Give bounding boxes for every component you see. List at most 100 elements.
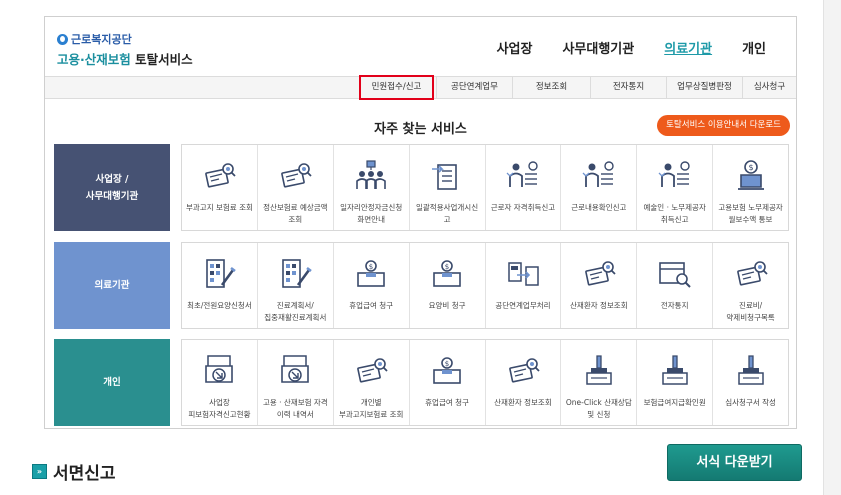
svg-text:$: $ <box>748 163 753 172</box>
money-box-icon: $ <box>357 260 385 287</box>
main-nav: 사업장 사무대행기관 의료기관 개인 <box>497 38 766 57</box>
service-item-label: 일괄적용사업개시신고 <box>416 203 479 224</box>
service-item[interactable]: 산재환자 정보조회 <box>486 340 562 425</box>
service-item-label: 부과고지 보험료 조회 <box>186 203 253 212</box>
row-label-line1: 개인 <box>103 377 121 388</box>
service-item-label: 근로내용확인신고 <box>571 203 627 212</box>
logo-org: 근로복지공단 <box>57 31 193 47</box>
service-item[interactable]: $ 고용보험 노무제공자 월보수액 통보 <box>713 145 788 230</box>
written-report-title: 서면신고 <box>53 464 116 484</box>
row-label-line1: 의료기관 <box>94 280 130 291</box>
service-item-label: 심사청구서 작성 <box>725 398 776 407</box>
org-chart-icon <box>356 160 386 189</box>
card-search-icon <box>357 358 388 383</box>
service-item-label: 개인별 부과고지보험료 조회 <box>338 398 404 419</box>
service-item-label: 최초/전원요양신청서 <box>187 301 252 310</box>
service-item[interactable]: One-Click 산재상담 및 신청 <box>561 340 638 425</box>
row-label-line1: 사업장 / <box>95 173 129 185</box>
service-item-label: 공단연계업무처리 <box>495 301 551 310</box>
subnav-review-claim[interactable]: 심사청구 <box>742 77 796 98</box>
service-item-label: 고용 · 산재보험 자격 이력 내역서 <box>262 398 328 419</box>
service-item[interactable]: 일자리안정자금신청화면안내 <box>334 145 410 230</box>
svg-text:$: $ <box>369 263 373 271</box>
guide-download-button[interactable]: 토탈서비스 이용안내서 다운로드 <box>657 115 790 136</box>
row-label: 개인 <box>54 339 170 426</box>
service-item[interactable]: 예술인 · 노무제공자 취득신고 <box>637 145 714 230</box>
service-item-label: 산재환자 정보조회 <box>494 398 552 407</box>
service-item[interactable]: 부과고지 보험료 조회 <box>182 145 258 230</box>
stamp-icon <box>661 355 688 385</box>
subnav-complaint-report[interactable]: 민원접수/신고 <box>359 75 434 100</box>
svg-text:$: $ <box>445 263 449 271</box>
service-item-label: 예술인 · 노무제공자 취득신고 <box>643 203 706 224</box>
nav-workplace[interactable]: 사업장 <box>497 38 533 57</box>
service-row: 의료기관최초/전원요양신청서 진료계획서/집중재활진료계획서 $ 휴업급여 청구 $ 요양… <box>54 242 789 329</box>
person-list-icon <box>506 161 538 187</box>
service-item[interactable]: 심사청구서 작성 <box>713 340 788 425</box>
double-arrow-icon: » <box>32 464 47 479</box>
service-item-label: 진료비/약제비청구목록 <box>726 301 775 322</box>
subnav-info-lookup[interactable]: 정보조회 <box>512 77 590 98</box>
service-item[interactable]: 진료비/약제비청구목록 <box>713 243 788 328</box>
service-item[interactable]: 공단연계업무처리 <box>486 243 562 328</box>
service-cells: 최초/전원요양신청서 진료계획서/집중재활진료계획서 $ 휴업급여 청구 $ 요양비 청구… <box>181 242 789 329</box>
card-search-icon <box>205 163 237 188</box>
card-search-icon <box>281 163 312 188</box>
service-item[interactable]: $ 휴업급여 청구 <box>410 340 486 425</box>
kcomwel-logo-icon <box>57 33 68 45</box>
service-item[interactable]: 사업장 피보험자격신고현황 <box>182 340 258 425</box>
service-row: 개인사업장 피보험자격신고현황 고용 · 산재보험 자격 이력 내역서 개인별 부과… <box>54 339 789 426</box>
service-item-label: 휴업급여 청구 <box>425 398 469 407</box>
tray-arrow-icon <box>205 355 234 383</box>
page: 근로복지공단 고용·산재보험 토탈서비스 사업장 사무대행기관 의료기관 개인 … <box>0 0 841 495</box>
logo-title-part1: 고용·산재보험 <box>57 52 131 67</box>
sub-nav: 민원접수/신고 공단연계업무 정보조회 전자통지 업무상질병판정 심사청구 <box>45 75 796 100</box>
service-item-label: 휴업급여 청구 <box>349 301 394 310</box>
service-item-label: 사업장 피보험자격신고현황 <box>188 398 251 419</box>
service-item-label: 진료계획서/집중재활진료계획서 <box>264 301 327 322</box>
logo-title: 고용·산재보험 토탈서비스 <box>57 49 193 68</box>
service-item-label: 일자리안정자금신청화면안내 <box>340 203 403 224</box>
document-arrow-icon <box>432 164 457 190</box>
scrollbar[interactable] <box>823 0 841 495</box>
service-item[interactable]: $ 요양비 청구 <box>410 243 486 328</box>
card-search-icon <box>584 261 616 286</box>
service-cells: 부과고지 보험료 조회 정산보험료 예상금액 조회 일자리안정자금신청화면안내 일괄적… <box>181 144 789 231</box>
row-label: 의료기관 <box>54 242 170 329</box>
service-item[interactable]: 산재환자 정보조회 <box>561 243 638 328</box>
service-item[interactable]: $ 휴업급여 청구 <box>334 243 410 328</box>
form-pen-icon <box>206 259 237 288</box>
service-item[interactable]: 전자통지 <box>637 243 714 328</box>
card-search-icon <box>736 261 768 286</box>
person-list-icon <box>582 161 614 187</box>
person-list-icon <box>658 161 690 187</box>
service-item-label: 고용보험 노무제공자 월보수액 통보 <box>718 203 783 224</box>
row-label: 사업장 / 사무대행기관 <box>54 144 170 231</box>
subnav-disease-judgment[interactable]: 업무상질병판정 <box>666 77 742 98</box>
service-item[interactable]: 개인별 부과고지보험료 조회 <box>334 340 410 425</box>
nav-individual[interactable]: 개인 <box>742 38 766 57</box>
row-label-text: 사업장 / 사무대행기관 <box>86 171 138 205</box>
service-item[interactable]: 진료계획서/집중재활진료계획서 <box>258 243 334 328</box>
exchange-icon <box>508 262 539 286</box>
svg-text:$: $ <box>445 360 449 368</box>
service-item-label: 보험급여지급확인원 <box>643 398 706 407</box>
money-pot-icon: $ <box>737 160 764 190</box>
subnav-e-notice[interactable]: 전자통지 <box>590 77 666 98</box>
form-pen-icon <box>282 259 313 288</box>
row-label-text: 의료기관 <box>95 277 130 294</box>
nav-medical[interactable]: 의료기관 <box>664 38 712 57</box>
logo-org-text: 근로복지공단 <box>71 33 132 46</box>
tray-arrow-icon <box>281 355 310 383</box>
service-item[interactable]: 정산보험료 예상금액 조회 <box>258 145 334 230</box>
subnav-linked-work[interactable]: 공단연계업무 <box>436 77 512 98</box>
service-item[interactable]: 근로자 자격취득신고 <box>486 145 562 230</box>
service-item[interactable]: 최초/전원요양신청서 <box>182 243 258 328</box>
nav-agency[interactable]: 사무대행기관 <box>562 38 634 57</box>
service-item[interactable]: 고용 · 산재보험 자격 이력 내역서 <box>258 340 334 425</box>
service-item[interactable]: 보험급여지급확인원 <box>637 340 714 425</box>
site-logo[interactable]: 근로복지공단 고용·산재보험 토탈서비스 <box>57 31 193 68</box>
form-download-button[interactable]: 서식 다운받기 <box>667 444 802 481</box>
service-item[interactable]: 일괄적용사업개시신고 <box>410 145 486 230</box>
service-item[interactable]: 근로내용확인신고 <box>561 145 638 230</box>
